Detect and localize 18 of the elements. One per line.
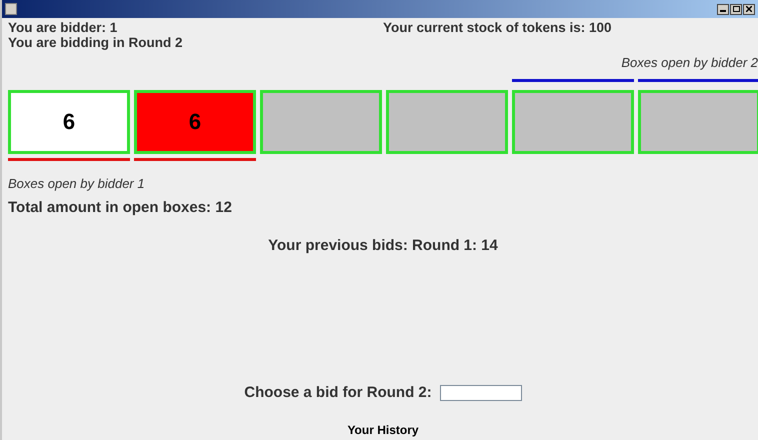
- stock-label: Your current stock of tokens is: 100: [383, 20, 613, 35]
- round-label: You are bidding in Round 2: [8, 35, 184, 50]
- bidder-one-caption: Boxes open by bidder 1: [8, 176, 145, 191]
- previous-bids-label: Your previous bids: Round 1: 14: [268, 237, 498, 254]
- close-button[interactable]: [743, 4, 755, 14]
- bidder-two-caption: Boxes open by bidder 2: [621, 55, 758, 71]
- box: 6: [134, 90, 256, 154]
- minimize-button[interactable]: [717, 4, 729, 14]
- bid-label: Choose a bid for Round 2:: [244, 384, 432, 401]
- bidder-label: You are bidder: 1: [8, 20, 118, 35]
- bid-input[interactable]: [440, 384, 522, 400]
- app-icon: [5, 3, 17, 15]
- close-icon: [746, 6, 752, 12]
- maximize-icon: [732, 6, 740, 12]
- history-title: Your History: [347, 423, 419, 437]
- maximize-button[interactable]: [730, 4, 742, 14]
- total-label: Total amount in open boxes: 12: [8, 199, 232, 216]
- box: 6: [8, 90, 130, 154]
